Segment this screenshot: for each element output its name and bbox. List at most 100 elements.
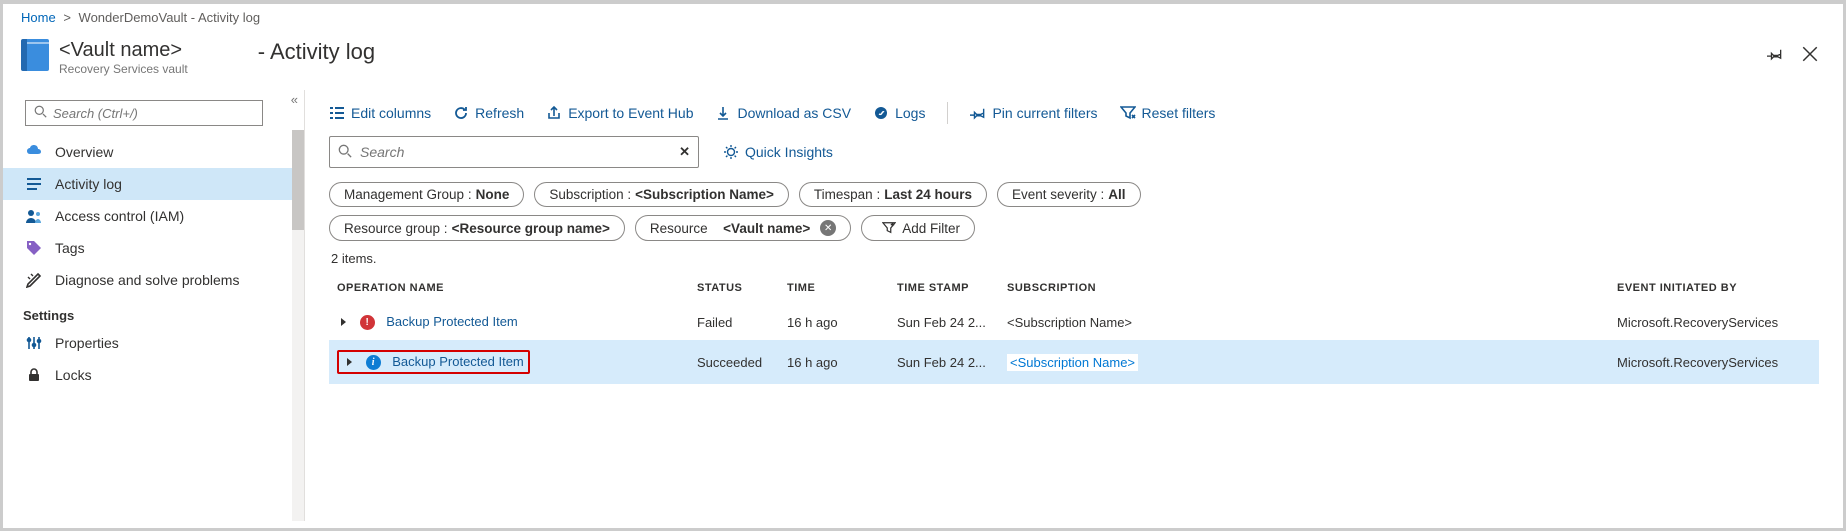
highlight-annotation: i Backup Protected Item [337, 350, 530, 374]
filter-event-severity[interactable]: Event severity : All [997, 182, 1141, 207]
filter-value: None [476, 187, 510, 202]
cell-timestamp: Sun Feb 24 2... [889, 304, 999, 340]
reset-filters-button[interactable]: Reset filters [1120, 105, 1216, 121]
pin-filters-button[interactable]: Pin current filters [970, 105, 1097, 121]
diagnose-icon [25, 272, 43, 288]
filter-resource[interactable]: Resource <Vault name> ✕ [635, 215, 851, 241]
sidebar-item-label: Diagnose and solve problems [55, 272, 239, 288]
refresh-label: Refresh [475, 105, 524, 121]
sidebar-item-activity-log[interactable]: Activity log [3, 168, 304, 200]
filter-resource-group[interactable]: Resource group : <Resource group name> [329, 215, 625, 241]
pin-icon[interactable] [1767, 46, 1783, 65]
subscription-link[interactable]: <Subscription Name> [1007, 354, 1138, 371]
sidebar-item-tags[interactable]: Tags [3, 232, 304, 264]
filter-label: Event severity : [1012, 187, 1104, 202]
quick-insights-label: Quick Insights [745, 144, 833, 160]
filter-label: Resource [650, 221, 708, 236]
sidebar-search-input[interactable] [53, 106, 254, 121]
filter-value: All [1108, 187, 1125, 202]
edit-columns-label: Edit columns [351, 105, 431, 121]
sidebar-item-locks[interactable]: Locks [3, 359, 304, 391]
toolbar-divider [947, 102, 948, 124]
activity-table: Operation name Status Time Time stamp Su… [329, 272, 1819, 384]
close-icon[interactable] [1801, 45, 1819, 66]
main-search-input[interactable] [360, 144, 679, 160]
sidebar-scrollbar[interactable] [292, 130, 304, 521]
cell-status: Succeeded [689, 340, 779, 384]
download-label: Download as CSV [737, 105, 851, 121]
cell-subscription: <Subscription Name> [999, 340, 1609, 384]
clear-search-icon[interactable]: ✕ [679, 144, 690, 160]
sidebar-item-overview[interactable]: Overview [3, 136, 304, 168]
logs-button[interactable]: Logs [873, 105, 925, 121]
filter-subscription[interactable]: Subscription : <Subscription Name> [534, 182, 789, 207]
sidebar-item-label: Access control (IAM) [55, 208, 184, 224]
access-control-icon [25, 208, 43, 224]
download-button[interactable]: Download as CSV [715, 105, 851, 121]
table-row[interactable]: ! Backup Protected Item Failed 16 h ago … [329, 304, 1819, 340]
status-info-icon: i [366, 355, 381, 370]
col-initiated[interactable]: Event initiated by [1609, 272, 1819, 304]
sidebar-item-label: Locks [55, 367, 92, 383]
export-button[interactable]: Export to Event Hub [546, 105, 693, 121]
tags-icon [25, 240, 43, 256]
col-time[interactable]: Time [779, 272, 889, 304]
refresh-button[interactable]: Refresh [453, 105, 524, 121]
sidebar-collapse-icon[interactable]: « [291, 92, 298, 107]
sidebar-item-diagnose[interactable]: Diagnose and solve problems [3, 264, 304, 296]
sidebar-heading-settings: Settings [3, 296, 304, 327]
cell-initiated: Microsoft.RecoveryServices [1609, 304, 1819, 340]
col-operation[interactable]: Operation name [329, 272, 689, 304]
sidebar-search[interactable] [25, 100, 263, 126]
breadcrumb: Home > WonderDemoVault - Activity log [3, 4, 1843, 31]
main-search[interactable]: ✕ [329, 136, 699, 168]
breadcrumb-home[interactable]: Home [21, 10, 56, 25]
status-error-icon: ! [360, 315, 375, 330]
export-label: Export to Event Hub [568, 105, 693, 121]
expand-icon[interactable] [341, 318, 346, 326]
overview-icon [25, 144, 43, 160]
filter-pills: Management Group : None Subscription : <… [329, 182, 1819, 207]
search-icon [34, 105, 47, 121]
filter-management-group[interactable]: Management Group : None [329, 182, 524, 207]
add-filter-button[interactable]: Add Filter [861, 215, 975, 241]
sidebar-item-label: Activity log [55, 176, 122, 192]
sidebar: « Overview Activity log Access control (… [3, 90, 305, 521]
cell-time: 16 h ago [779, 340, 889, 384]
item-count: 2 items. [331, 251, 1817, 266]
table-row[interactable]: i Backup Protected Item Succeeded 16 h a… [329, 340, 1819, 384]
cell-timestamp: Sun Feb 24 2... [889, 340, 999, 384]
main-content: Edit columns Refresh Export to Event Hub… [305, 90, 1843, 521]
expand-icon[interactable] [347, 358, 352, 366]
quick-insights-button[interactable]: Quick Insights [723, 144, 833, 160]
toolbar: Edit columns Refresh Export to Event Hub… [329, 98, 1819, 136]
breadcrumb-sep: > [63, 10, 71, 25]
filter-value: <Resource group name> [452, 221, 610, 236]
col-timestamp[interactable]: Time stamp [889, 272, 999, 304]
sidebar-item-access-control[interactable]: Access control (IAM) [3, 200, 304, 232]
page-header: <Vault name> Recovery Services vault - A… [3, 31, 1843, 90]
breadcrumb-current: WonderDemoVault - Activity log [79, 10, 261, 25]
operation-link[interactable]: Backup Protected Item [386, 314, 518, 329]
filter-timespan[interactable]: Timespan : Last 24 hours [799, 182, 987, 207]
search-icon [338, 144, 352, 161]
filter-label: Timespan : [814, 187, 880, 202]
pin-filters-label: Pin current filters [992, 105, 1097, 121]
remove-filter-icon[interactable]: ✕ [820, 220, 836, 236]
edit-columns-button[interactable]: Edit columns [329, 105, 431, 121]
sidebar-item-properties[interactable]: Properties [3, 327, 304, 359]
add-filter-label: Add Filter [902, 221, 960, 236]
filter-value: <Subscription Name> [635, 187, 774, 202]
operation-link[interactable]: Backup Protected Item [392, 354, 524, 369]
col-status[interactable]: Status [689, 272, 779, 304]
sidebar-item-label: Properties [55, 335, 119, 351]
filter-pills-row2: Resource group : <Resource group name> R… [329, 215, 1819, 241]
page-subtitle: Recovery Services vault [59, 62, 188, 76]
filter-value: <Vault name> [723, 221, 810, 236]
filter-label: Resource group : [344, 221, 448, 236]
col-subscription[interactable]: Subscription [999, 272, 1609, 304]
page-title: <Vault name> [59, 39, 188, 62]
sidebar-item-label: Overview [55, 144, 113, 160]
filter-label: Management Group : [344, 187, 472, 202]
cell-time: 16 h ago [779, 304, 889, 340]
